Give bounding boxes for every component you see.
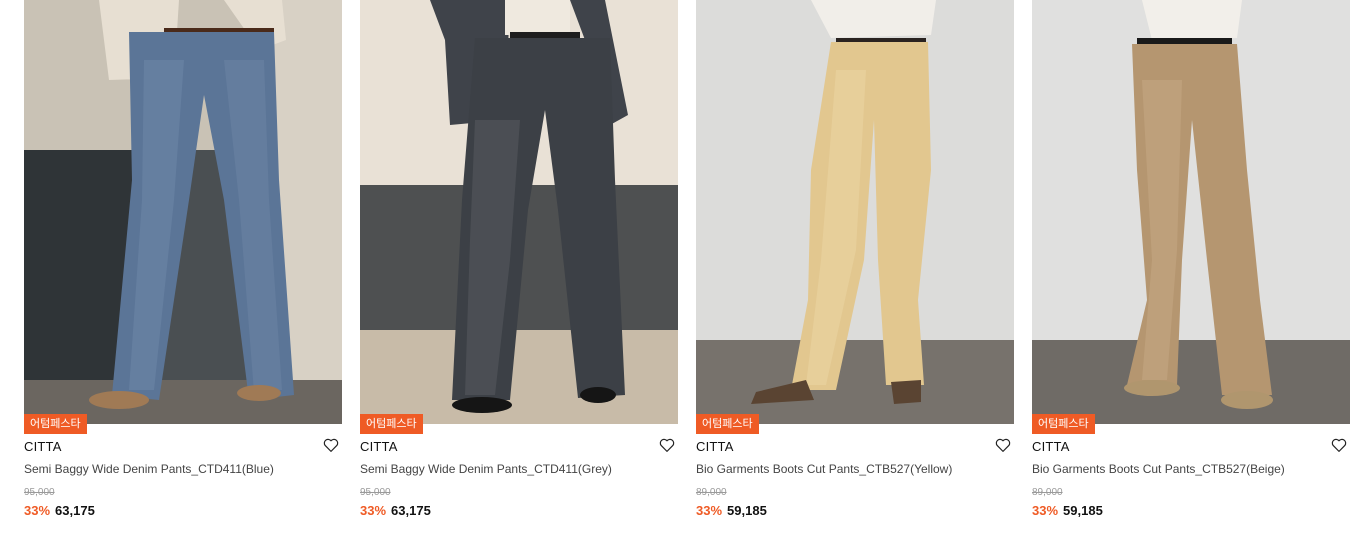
product-image[interactable] xyxy=(24,0,342,424)
product-card[interactable]: 어텀페스타 CITTA Semi Baggy Wide Denim Pants_… xyxy=(24,0,342,534)
discount-rate: 33% xyxy=(696,503,723,518)
heart-outline-icon[interactable] xyxy=(322,436,340,454)
heart-outline-icon[interactable] xyxy=(658,436,676,454)
original-price: 95,000 xyxy=(24,487,55,498)
product-card[interactable]: 어텀페스타 CITTA Bio Garments Boots Cut Pants… xyxy=(1032,0,1350,534)
event-badge: 어텀페스타 xyxy=(696,414,759,434)
brand-name[interactable]: CITTA xyxy=(1032,439,1070,454)
discount-rate: 33% xyxy=(1032,503,1059,518)
price-row: 33% 63,175 xyxy=(360,503,431,518)
original-price: 95,000 xyxy=(360,487,391,498)
product-grid: 어텀페스타 CITTA Semi Baggy Wide Denim Pants_… xyxy=(0,0,1356,534)
grey-denim-photo xyxy=(360,0,678,424)
heart-outline-icon[interactable] xyxy=(1330,436,1348,454)
product-name[interactable]: Bio Garments Boots Cut Pants_CTB527(Beig… xyxy=(1032,462,1285,476)
product-card[interactable]: 어텀페스타 CITTA Bio Garments Boots Cut Pants… xyxy=(696,0,1014,534)
discount-rate: 33% xyxy=(24,503,51,518)
event-badge: 어텀페스타 xyxy=(24,414,87,434)
product-name[interactable]: Bio Garments Boots Cut Pants_CTB527(Yell… xyxy=(696,462,952,476)
blue-denim-photo xyxy=(24,0,342,424)
sale-price: 59,185 xyxy=(1063,503,1103,518)
product-image[interactable] xyxy=(360,0,678,424)
sale-price: 59,185 xyxy=(727,503,767,518)
event-badge: 어텀페스타 xyxy=(360,414,423,434)
product-name[interactable]: Semi Baggy Wide Denim Pants_CTD411(Grey) xyxy=(360,462,612,476)
product-image[interactable] xyxy=(696,0,1014,424)
brand-name[interactable]: CITTA xyxy=(24,439,62,454)
price-row: 33% 59,185 xyxy=(1032,503,1103,518)
heart-outline-icon[interactable] xyxy=(994,436,1012,454)
discount-rate: 33% xyxy=(360,503,387,518)
product-name[interactable]: Semi Baggy Wide Denim Pants_CTD411(Blue) xyxy=(24,462,274,476)
sale-price: 63,175 xyxy=(55,503,95,518)
product-image[interactable] xyxy=(1032,0,1350,424)
sale-price: 63,175 xyxy=(391,503,431,518)
yellow-bootcut-photo xyxy=(696,0,1014,424)
original-price: 89,000 xyxy=(1032,487,1063,498)
event-badge: 어텀페스타 xyxy=(1032,414,1095,434)
brand-name[interactable]: CITTA xyxy=(360,439,398,454)
original-price: 89,000 xyxy=(696,487,727,498)
brand-name[interactable]: CITTA xyxy=(696,439,734,454)
product-card[interactable]: 어텀페스타 CITTA Semi Baggy Wide Denim Pants_… xyxy=(360,0,678,534)
beige-bootcut-photo xyxy=(1032,0,1350,424)
price-row: 33% 59,185 xyxy=(696,503,767,518)
price-row: 33% 63,175 xyxy=(24,503,95,518)
